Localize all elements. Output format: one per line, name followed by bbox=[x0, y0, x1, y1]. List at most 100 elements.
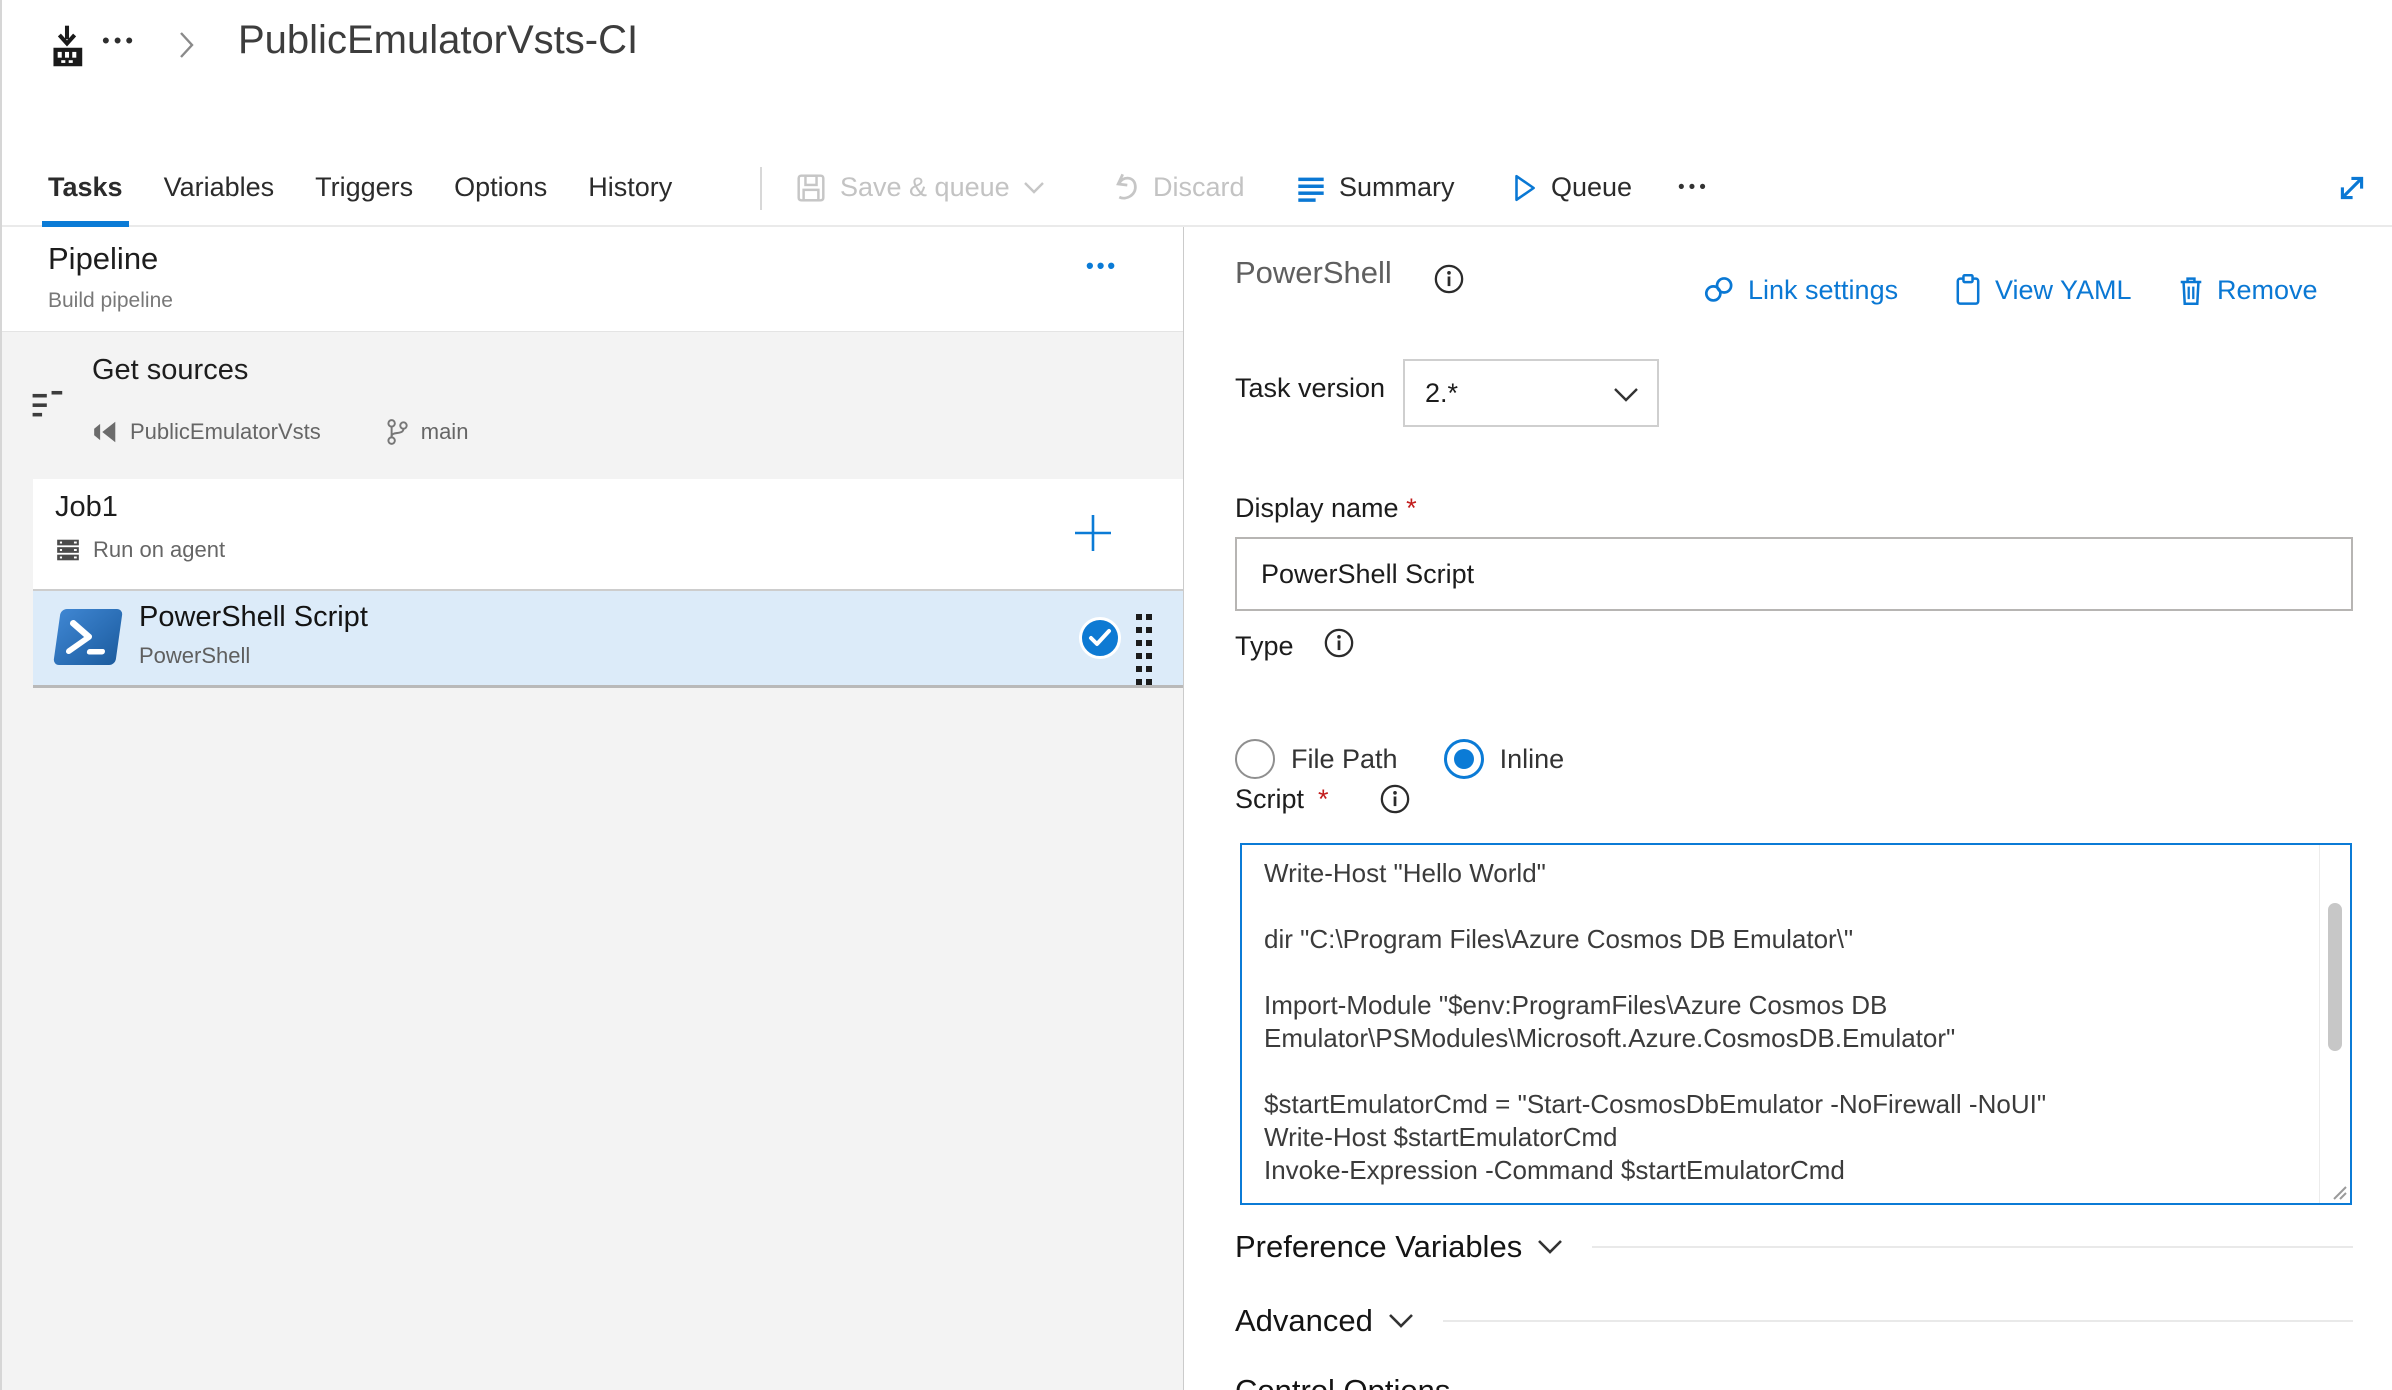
radio-circle-selected-icon bbox=[1443, 739, 1484, 779]
tab-list: Tasks Variables Triggers Options History bbox=[42, 150, 672, 227]
branch-name: main bbox=[420, 419, 469, 444]
task-config-panel: PowerShell Link settings View YAML Remov… bbox=[1185, 227, 2392, 1390]
link-icon bbox=[1702, 275, 1736, 305]
scrollbar-track bbox=[2319, 845, 2320, 1203]
add-task-button[interactable] bbox=[1069, 509, 1117, 557]
window-edge bbox=[0, 0, 2, 1390]
type-radio-group: File Path Inline bbox=[1235, 739, 1564, 779]
tab-tasks[interactable]: Tasks bbox=[42, 150, 129, 227]
view-yaml-button[interactable]: View YAML bbox=[1953, 271, 2132, 309]
save-icon bbox=[795, 172, 827, 204]
fullscreen-expand-icon[interactable] bbox=[2334, 170, 2370, 206]
task-row-powershell[interactable]: PowerShell Script PowerShell bbox=[33, 589, 1183, 688]
resize-grip[interactable] bbox=[2328, 1181, 2348, 1201]
radio-inline-label: Inline bbox=[1499, 743, 1565, 774]
job-subtitle: Run on agent bbox=[93, 537, 226, 562]
branch-group: main bbox=[385, 418, 469, 446]
save-and-queue-label: Save & queue bbox=[840, 172, 1010, 202]
task-subtitle: PowerShell bbox=[139, 643, 251, 668]
advanced-label: Advanced bbox=[1235, 1303, 1373, 1338]
play-icon bbox=[1510, 173, 1538, 203]
tab-options[interactable]: Options bbox=[454, 150, 547, 225]
get-sources-title: Get sources bbox=[92, 354, 249, 386]
display-name-input[interactable]: PowerShell Script bbox=[1235, 537, 2353, 611]
save-and-queue-button[interactable]: Save & queue bbox=[795, 150, 1045, 225]
chevron-down-icon bbox=[1387, 1312, 1415, 1330]
summary-label: Summary bbox=[1339, 172, 1455, 202]
view-yaml-label: View YAML bbox=[1995, 274, 2132, 305]
pipeline-task-list-panel: Pipeline Build pipeline ••• Get sources bbox=[0, 227, 1184, 1390]
discard-label: Discard bbox=[1153, 172, 1245, 202]
breadcrumb-more-button[interactable]: ••• bbox=[102, 28, 137, 54]
radio-file-path-label: File Path bbox=[1291, 743, 1398, 774]
required-marker: * bbox=[1406, 493, 1417, 523]
job-card[interactable]: Job1 Run on agent bbox=[33, 479, 1183, 589]
task-title: PowerShell Script bbox=[139, 601, 368, 633]
section-control-options[interactable]: Control Options bbox=[1235, 1373, 2353, 1390]
remove-label: Remove bbox=[2217, 274, 2318, 305]
section-divider bbox=[1592, 1246, 2353, 1248]
info-icon[interactable] bbox=[1323, 627, 1355, 659]
discard-button[interactable]: Discard bbox=[1110, 150, 1245, 225]
type-label: Type bbox=[1235, 631, 1294, 661]
chevron-down-icon bbox=[1613, 387, 1639, 403]
job-details: Run on agent bbox=[55, 537, 225, 563]
get-sources-icon bbox=[30, 388, 66, 420]
summary-button[interactable]: Summary bbox=[1296, 150, 1455, 225]
tab-history[interactable]: History bbox=[588, 150, 672, 225]
task-drag-handle[interactable] bbox=[1135, 613, 1153, 687]
toolbar-more-button[interactable]: ••• bbox=[1678, 150, 1710, 225]
radio-inline[interactable]: Inline bbox=[1443, 739, 1565, 779]
info-icon[interactable] bbox=[1379, 783, 1411, 815]
display-name-label: Display name * bbox=[1235, 493, 1417, 524]
powershell-icon bbox=[53, 609, 123, 665]
tab-triggers[interactable]: Triggers bbox=[315, 150, 413, 225]
get-sources-item[interactable]: Get sources PublicEmulatorVsts main bbox=[0, 332, 1183, 482]
clipboard-icon bbox=[1953, 273, 1983, 307]
repo-name: PublicEmulatorVsts bbox=[130, 419, 321, 444]
chevron-down-icon bbox=[1023, 181, 1045, 195]
link-settings-button[interactable]: Link settings bbox=[1702, 271, 1898, 309]
pipeline-title: Pipeline bbox=[48, 241, 159, 276]
job-title: Job1 bbox=[55, 491, 118, 523]
chevron-down-icon bbox=[1536, 1238, 1564, 1256]
script-editor-box: Write-Host "Hello World" dir "C:\Program… bbox=[1240, 843, 2352, 1205]
section-divider bbox=[1442, 1320, 2353, 1322]
required-marker: * bbox=[1318, 783, 1329, 814]
tab-variables[interactable]: Variables bbox=[164, 150, 275, 225]
pipeline-subtitle: Build pipeline bbox=[48, 289, 173, 312]
task-version-label: Task version bbox=[1235, 373, 1386, 403]
queue-button[interactable]: Queue bbox=[1510, 150, 1632, 225]
remove-task-button[interactable]: Remove bbox=[2177, 271, 2318, 309]
script-textarea[interactable]: Write-Host "Hello World" dir "C:\Program… bbox=[1242, 845, 2350, 1203]
radio-file-path[interactable]: File Path bbox=[1235, 739, 1398, 779]
queue-label: Queue bbox=[1551, 172, 1633, 202]
section-advanced[interactable]: Advanced bbox=[1235, 1303, 2353, 1339]
azure-repos-icon bbox=[92, 419, 118, 445]
undo-icon bbox=[1110, 172, 1140, 204]
toolbar-more-label: ••• bbox=[1678, 176, 1710, 198]
display-name-value: PowerShell Script bbox=[1261, 558, 1475, 589]
display-name-label-text: Display name bbox=[1235, 493, 1399, 523]
git-branch-icon bbox=[385, 418, 409, 446]
radio-circle-icon bbox=[1235, 739, 1275, 779]
get-sources-details: PublicEmulatorVsts main bbox=[92, 418, 468, 446]
task-version-dropdown[interactable]: 2.* bbox=[1403, 359, 1659, 427]
top-header: ••• PublicEmulatorVsts-CI bbox=[0, 0, 2392, 150]
task-config-title: PowerShell bbox=[1235, 255, 1392, 290]
info-icon[interactable] bbox=[1433, 263, 1465, 295]
pipeline-more-button[interactable]: ••• bbox=[1086, 253, 1118, 279]
pipeline-header: Pipeline Build pipeline ••• bbox=[0, 227, 1183, 332]
toolbar-divider bbox=[760, 167, 762, 210]
summary-list-icon bbox=[1296, 173, 1326, 203]
task-enabled-check-icon bbox=[1079, 617, 1121, 659]
trash-icon bbox=[2177, 274, 2205, 306]
scrollbar-thumb[interactable] bbox=[2328, 903, 2342, 1051]
repo-group: PublicEmulatorVsts bbox=[92, 419, 321, 445]
page-title: PublicEmulatorVsts-CI bbox=[238, 18, 639, 62]
section-preference-variables[interactable]: Preference Variables bbox=[1235, 1229, 2353, 1265]
link-settings-label: Link settings bbox=[1748, 274, 1899, 305]
tab-bar: Tasks Variables Triggers Options History… bbox=[0, 150, 2392, 227]
script-label-row: Script * bbox=[1235, 783, 1411, 815]
agent-icon bbox=[55, 537, 81, 563]
